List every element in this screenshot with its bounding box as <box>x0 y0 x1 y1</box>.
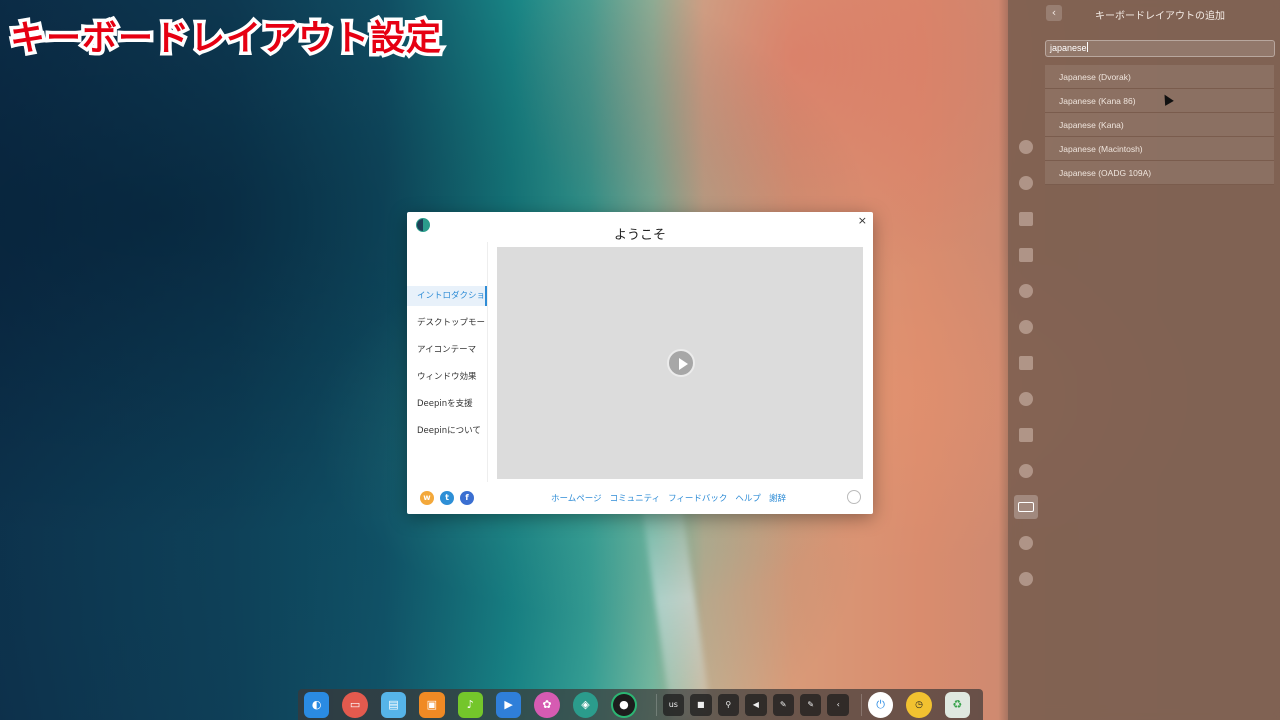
dialog-nav: イントロダクション デスクトップモード アイコンテーマ ウィンドウ効果 Deep… <box>407 286 487 448</box>
usb-icon[interactable]: ⚲ <box>717 693 740 716</box>
keyboard-layout-indicator[interactable]: us <box>662 693 685 716</box>
multitasking-icon[interactable]: ▭ <box>342 691 368 718</box>
video-caption: キーボードレイアウト設定 <box>6 16 444 63</box>
dock-separator <box>860 693 862 716</box>
nav-item-introduction[interactable]: イントロダクション <box>407 286 487 306</box>
divider <box>487 242 488 482</box>
nav-item-icon-theme[interactable]: アイコンテーマ <box>407 340 487 360</box>
play-icon[interactable] <box>667 349 695 377</box>
welcome-dialog: × ようこそ イントロダクション デスクトップモード アイコンテーマ ウィンドウ… <box>407 212 873 514</box>
layout-search-input[interactable]: japanese <box>1045 40 1275 57</box>
default-apps-icon[interactable] <box>1014 243 1038 267</box>
settings-icon[interactable]: ✿ <box>534 691 560 718</box>
sound-icon[interactable] <box>1014 351 1038 375</box>
file-manager-icon[interactable]: ▤ <box>380 691 407 718</box>
trash-icon[interactable]: ♻ <box>944 691 971 718</box>
screen-record-icon[interactable]: ■ <box>690 693 712 716</box>
time-icon[interactable] <box>1014 387 1038 411</box>
nav-item-support-deepin[interactable]: Deepinを支援 <box>407 394 487 414</box>
link-community[interactable]: コミュニティ <box>610 492 661 504</box>
network-icon[interactable] <box>1014 315 1038 339</box>
personalization-icon[interactable] <box>1014 279 1038 303</box>
update-icon[interactable] <box>1014 531 1038 555</box>
nav-item-window-effect[interactable]: ウィンドウ効果 <box>407 367 487 387</box>
layout-result-item[interactable]: Japanese (Kana) <box>1045 113 1274 137</box>
launcher-icon[interactable]: ◐ <box>304 691 330 718</box>
dock: ◐ ▭ ▤ ▣ ♪ ▶ ✿ ◈ ● us ■ ⚲ ◀ ✎ ✎ ‹ ⏻ ◷ ♻ <box>298 689 983 720</box>
panel-title: キーボードレイアウトの追加 <box>1095 11 1225 22</box>
layout-result-item[interactable]: Japanese (Macintosh) <box>1045 137 1274 161</box>
layout-result-item[interactable]: Japanese (OADG 109A) <box>1045 161 1274 185</box>
cloud-icon[interactable] <box>1014 171 1038 195</box>
pen2-icon[interactable]: ✎ <box>800 693 822 716</box>
chevron-left-icon: ‹ <box>1051 6 1057 19</box>
dialog-title: ようこそ <box>613 228 666 243</box>
layout-result-item[interactable]: Japanese (Kana 86) <box>1045 89 1274 113</box>
facebook-icon[interactable]: f <box>460 491 474 505</box>
nav-item-desktop-mode[interactable]: デスクトップモード <box>407 313 487 333</box>
layout-result-item[interactable]: Japanese (Dvorak) <box>1045 65 1274 89</box>
intro-video[interactable] <box>497 247 863 479</box>
dock-separator <box>655 693 657 716</box>
link-homepage[interactable]: ホームページ <box>551 492 602 504</box>
link-help[interactable]: ヘルプ <box>735 492 761 504</box>
wallpaper-foam <box>638 478 712 720</box>
mouse-icon[interactable] <box>1014 459 1038 483</box>
welcome-icon[interactable]: ◈ <box>572 691 599 718</box>
info-icon[interactable] <box>1014 567 1038 591</box>
panel-side-nav <box>1014 135 1038 603</box>
music-icon[interactable]: ♪ <box>457 691 483 718</box>
twitter-icon[interactable]: t <box>440 491 454 505</box>
movie-icon[interactable]: ▶ <box>495 691 522 718</box>
weibo-icon[interactable]: w <box>420 491 434 505</box>
power-icon[interactable]: ⏻ <box>867 691 894 718</box>
volume-icon[interactable]: ◀ <box>745 693 767 716</box>
camera-icon[interactable]: ● <box>611 691 637 718</box>
app-store-icon[interactable]: ▣ <box>419 691 445 718</box>
pen-icon[interactable]: ✎ <box>772 693 794 716</box>
power-icon[interactable] <box>1014 423 1038 447</box>
clock-icon[interactable]: ◷ <box>906 691 932 718</box>
social-links: w t f <box>420 491 474 505</box>
footer-links: ホームページ コミュニティ フィードバック ヘルプ 謝辞 <box>551 492 786 504</box>
link-feedback[interactable]: フィードバック <box>668 492 727 504</box>
sponsor-icon[interactable] <box>847 490 861 504</box>
display-icon[interactable] <box>1014 207 1038 231</box>
back-button[interactable]: ‹ <box>1046 5 1062 21</box>
nav-item-about-deepin[interactable]: Deepinについて <box>407 421 487 441</box>
link-acknowledgments[interactable]: 謝辞 <box>769 492 786 504</box>
account-icon[interactable] <box>1014 135 1038 159</box>
keyboard-icon[interactable] <box>1014 495 1038 519</box>
collapse-icon[interactable]: ‹ <box>827 693 849 716</box>
layout-results-list: Japanese (Dvorak) Japanese (Kana 86) Jap… <box>1045 65 1274 185</box>
